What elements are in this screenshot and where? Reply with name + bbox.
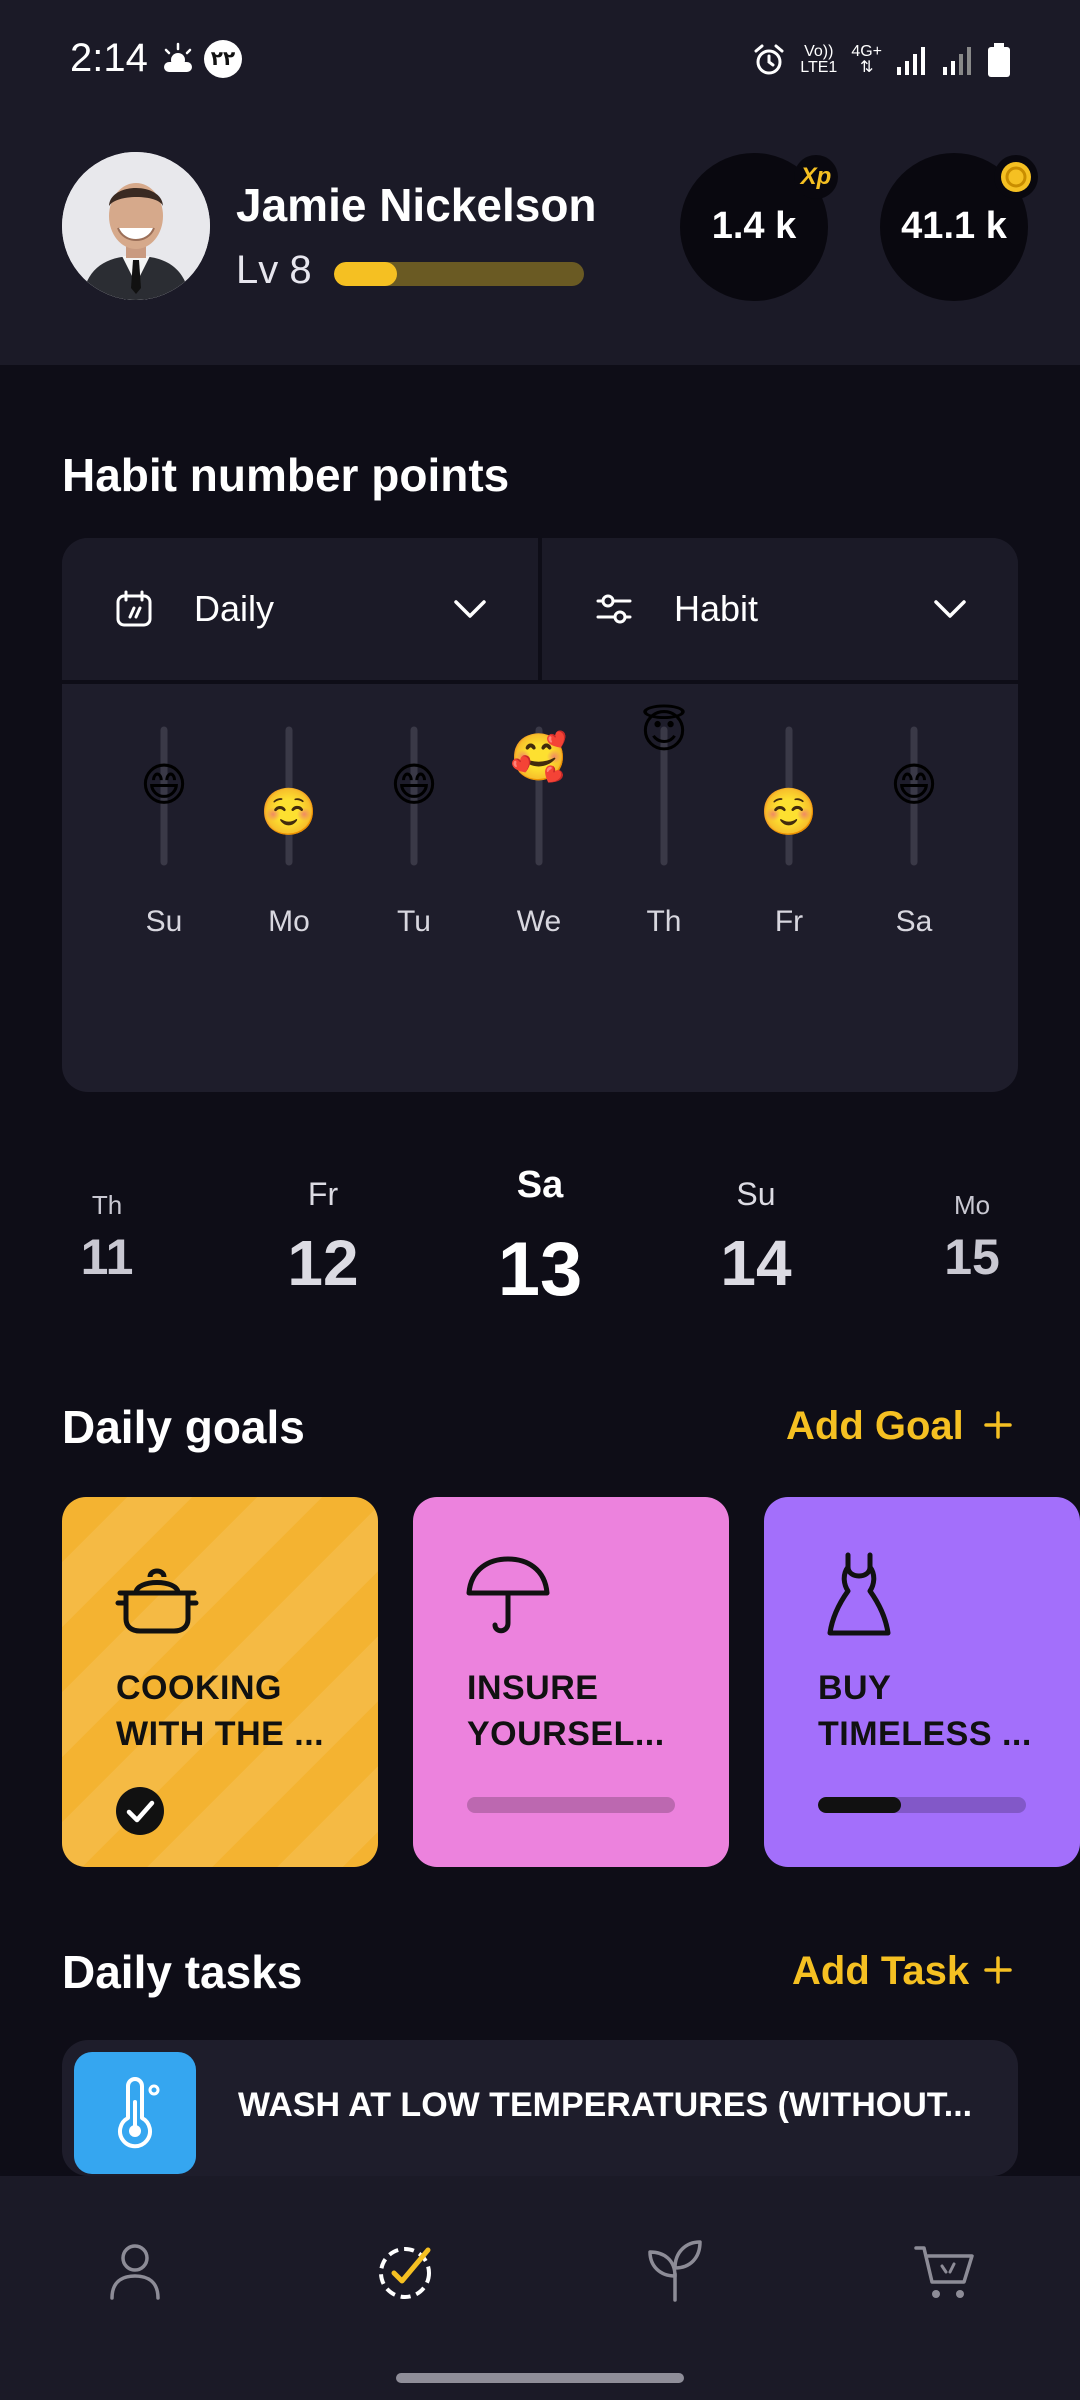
chart-day-label: Th bbox=[646, 905, 681, 938]
date-number: 12 bbox=[287, 1227, 359, 1299]
date-number: 11 bbox=[80, 1229, 134, 1285]
chart-point-th[interactable]: 😇 bbox=[640, 704, 688, 757]
daily-tasks-title: Daily tasks bbox=[62, 1946, 303, 1998]
coin-counter[interactable]: 41.1 k bbox=[880, 153, 1038, 301]
xp-value: 1.4 k bbox=[711, 205, 797, 247]
network-type: 4G+ ⇅ bbox=[851, 43, 882, 76]
date-number: 15 bbox=[944, 1229, 1000, 1285]
profile-icon[interactable] bbox=[100, 2236, 170, 2306]
goal-card[interactable]: BUY TIMELESS ... bbox=[764, 1497, 1080, 1867]
sliders-icon bbox=[596, 594, 632, 624]
avatar[interactable] bbox=[62, 152, 210, 300]
pot-icon bbox=[112, 1549, 202, 1639]
plant-icon[interactable] bbox=[640, 2236, 710, 2306]
thermometer-icon bbox=[74, 2052, 196, 2174]
goal-progress-bar bbox=[467, 1797, 675, 1813]
volte-indicator: Vo)) LTE1 bbox=[800, 43, 838, 76]
signal-icon-2 bbox=[943, 47, 971, 75]
umbrella-icon bbox=[463, 1549, 553, 1639]
level-progress-fill bbox=[334, 262, 397, 286]
chart-day-label: Fr bbox=[775, 905, 803, 938]
habit-points-chart: 😄 Su ☺️ Mo 😄 Tu 🥰 We 😇 Th ☺️ Fr 😄 Sa bbox=[140, 704, 938, 938]
xp-badge-icon: Xp bbox=[794, 155, 838, 199]
bottom-navigation bbox=[0, 2176, 1080, 2400]
type-filter-dropdown[interactable]: Habit bbox=[542, 538, 1018, 680]
habit-points-title: Habit number points bbox=[62, 449, 510, 501]
chart-point-we[interactable]: 🥰 bbox=[510, 729, 567, 784]
date-number: 13 bbox=[497, 1227, 583, 1312]
battery-icon bbox=[988, 43, 1010, 77]
alarm-icon bbox=[754, 44, 784, 75]
add-task-plus-icon[interactable] bbox=[980, 1952, 1016, 1988]
date-weekday: Mo bbox=[953, 1190, 991, 1220]
goal-label: COOKING WITH THE ... bbox=[116, 1669, 325, 1753]
goal-card[interactable]: COOKING WITH THE ... bbox=[62, 1497, 378, 1867]
add-task-button[interactable]: Add Task bbox=[792, 1949, 969, 1994]
chart-point-mo[interactable]: ☺️ bbox=[260, 785, 317, 837]
shop-cart-icon[interactable] bbox=[910, 2236, 980, 2306]
task-item[interactable]: WASH AT LOW TEMPERATURES (WITHOUT... bbox=[62, 2040, 1018, 2176]
signal-icon bbox=[897, 47, 925, 75]
add-goal-button[interactable]: Add Goal bbox=[786, 1404, 964, 1449]
calendar-icon bbox=[116, 590, 152, 627]
goal-progress-bar bbox=[818, 1797, 1026, 1813]
goal-label: BUY TIMELESS ... bbox=[818, 1669, 1032, 1753]
goal-label: INSURE YOURSEL... bbox=[467, 1669, 665, 1753]
date-weekday: Sa bbox=[516, 1164, 564, 1206]
xp-counter[interactable]: 1.4 k Xp bbox=[680, 153, 838, 301]
level-label: Lv 8 bbox=[236, 248, 312, 292]
chart-day-label: We bbox=[517, 905, 561, 938]
chart-point-su[interactable]: 😄 bbox=[140, 759, 188, 811]
xp-badge-label: Xp bbox=[800, 163, 832, 190]
date-weekday: Fr bbox=[307, 1176, 339, 1212]
coin-icon bbox=[994, 155, 1038, 199]
chart-point-sa[interactable]: 😄 bbox=[890, 759, 938, 811]
chart-point-fr[interactable]: ☺️ bbox=[760, 785, 817, 837]
dress-icon bbox=[814, 1549, 904, 1639]
coins-value: 41.1 k bbox=[901, 205, 1007, 247]
habits-check-icon[interactable] bbox=[370, 2236, 440, 2306]
weather-icon bbox=[164, 42, 192, 72]
task-label: WASH AT LOW TEMPERATURES (WITHOUT... bbox=[238, 2086, 973, 2124]
add-goal-plus-icon[interactable] bbox=[980, 1407, 1016, 1443]
habit-chart-card: Daily Habit 😄 Su ☺️ Mo 😄 Tu 🥰 We 😇 Th ☺️ Fr 😄 Sa bbox=[62, 538, 1018, 1092]
period-filter-value: Daily bbox=[194, 588, 275, 629]
goal-complete-check-icon bbox=[116, 1787, 164, 1835]
status-time: 2:14 bbox=[70, 36, 148, 80]
status-icons: Vo)) LTE1 4G+ ⇅ bbox=[752, 40, 1010, 80]
type-filter-value: Habit bbox=[674, 588, 759, 629]
notification-badge: ۲۲ bbox=[204, 40, 242, 78]
chart-day-label: Mo bbox=[268, 905, 310, 938]
daily-goals-title: Daily goals bbox=[62, 1401, 305, 1453]
chart-day-label: Tu bbox=[397, 905, 431, 938]
chart-day-label: Su bbox=[146, 905, 183, 938]
date-weekday: Su bbox=[736, 1176, 776, 1212]
chevron-down-icon bbox=[934, 600, 966, 618]
profile-header: Jamie Nickelson Lv 8 1.4 k Xp 41.1 k bbox=[0, 120, 1080, 365]
date-weekday: Th bbox=[91, 1190, 123, 1220]
avatar-photo bbox=[62, 152, 210, 300]
date-number: 14 bbox=[720, 1227, 792, 1299]
level-progress-bar bbox=[334, 262, 584, 286]
system-home-indicator[interactable] bbox=[396, 2373, 684, 2383]
period-filter-dropdown[interactable]: Daily bbox=[62, 538, 538, 680]
user-name: Jamie Nickelson bbox=[236, 179, 597, 231]
goal-progress-fill bbox=[818, 1797, 902, 1813]
chart-point-tu[interactable]: 😄 bbox=[390, 759, 438, 811]
chart-day-label: Sa bbox=[896, 905, 933, 938]
chevron-down-icon bbox=[454, 600, 486, 618]
goal-card[interactable]: INSURE YOURSEL... bbox=[413, 1497, 729, 1867]
status-bar: 2:14 ۲۲ Vo)) LTE1 4G+ ⇅ bbox=[0, 0, 1080, 120]
